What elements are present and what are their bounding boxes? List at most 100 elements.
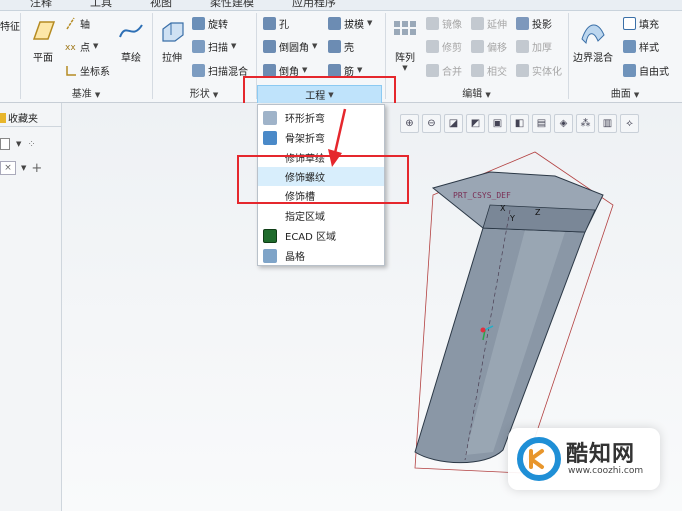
axis-button[interactable]: 轴 [64,15,90,31]
style-button[interactable]: 样式 [623,38,659,54]
sweep-blend-button[interactable]: 扫描混合 [192,62,248,78]
thicken-button[interactable]: 加厚 [516,38,552,54]
dropdown-arrow-icon: ▼ [302,66,308,74]
plane-icon [32,21,56,40]
sweep-blend-icon [192,63,205,77]
spinal-bend-icon [263,130,277,145]
shell-button[interactable]: 壳 [328,38,354,54]
dropdown-arrow-icon: ▼ [367,19,373,27]
display-style-icon[interactable]: ◧ [510,114,529,133]
merge-button[interactable]: 合并 [426,62,462,78]
model-tree-panel: 收藏夹 ▼ ⁘ × ▼ + [0,103,62,511]
tab-tools[interactable]: 工具 [90,0,112,10]
menu-item-lattice[interactable]: 晶格 [258,246,384,265]
menu-item-designate-area[interactable]: 指定区域 [258,206,384,225]
perspective-icon[interactable]: ◈ [554,114,573,133]
separator [152,13,153,99]
style-icon [623,39,636,53]
dropdown-arrow-icon[interactable]: ▼ [21,164,26,172]
revolve-icon [192,16,205,30]
axis-icon [66,17,75,29]
solidify-icon [516,63,529,77]
svg-text:xx: xx [65,43,76,53]
add-icon[interactable]: + [31,161,42,176]
feature-cut-label[interactable]: 特征 [0,17,20,33]
chamfer-icon [263,63,276,77]
offset-button[interactable]: 偏移 [471,38,507,54]
datum-group-label: 基准 ▼ [71,89,101,100]
menu-item-spinal-bend[interactable]: 骨架折弯 [258,128,384,147]
settings-icon[interactable]: ⁘ [27,139,35,150]
separator [568,13,569,99]
fill-icon [623,16,636,30]
triad-origin [480,327,486,333]
reorient-icon[interactable]: ◩ [466,114,485,133]
shell-icon [328,39,341,53]
solidify-button[interactable]: 实体化 [516,62,562,78]
menu-item-ecad-area[interactable]: ECAD 区域 [258,226,384,245]
editing-group-label: 编辑 ▼ [462,89,491,100]
tab-applications[interactable]: 应用程序 [292,0,336,10]
trim-icon [426,39,439,53]
view-manager-icon[interactable]: ▤ [532,114,551,133]
axis-x-label: X [500,204,506,213]
intersect-button[interactable]: 相交 [471,62,507,78]
point-button[interactable]: xx 点 ▼ [64,38,98,54]
favorites-tab[interactable]: 收藏夹 [0,109,62,127]
highlight-box-cosmetic-thread [237,155,409,204]
zoom-out-icon[interactable]: ⊖ [422,114,441,133]
trim-button[interactable]: 修剪 [426,38,462,54]
folder-icon [0,112,6,123]
view-toolbar: ⊕ ⊖ ◪ ◩ ▣ ◧ ▤ ◈ ⁂ ▥ ⟡ [400,114,639,136]
boundary-blend-icon [581,24,605,45]
dropdown-arrow-icon[interactable]: ▼ [16,140,21,148]
csys-label: PRT_CSYS_DEF [453,191,511,200]
draft-button[interactable]: 拔模 ▼ [328,15,372,31]
fill-button[interactable]: 填充 [623,15,659,31]
saved-views-icon[interactable]: ▣ [488,114,507,133]
document-icon[interactable] [0,138,10,150]
axis-y-label: Y [509,214,515,223]
project-button[interactable]: 投影 [516,15,552,31]
boundary-blend-button[interactable]: 边界混合 [573,17,613,64]
pattern-icon [394,21,416,35]
coordinate-system-icon [66,65,76,76]
tab-flexible-modeling[interactable]: 柔性建模 [210,0,254,10]
round-button[interactable]: 倒圆角 ▼ [263,38,317,54]
mirror-button[interactable]: 镜像 [426,15,462,31]
shape-group-label: 形状 ▼ [189,89,219,100]
round-icon [263,39,276,53]
tab-annotate[interactable]: 注释 [30,0,52,10]
extrude-button[interactable]: 拉伸 [157,17,187,64]
pattern-button[interactable]: 阵列 ▼ [390,17,420,72]
refit-icon[interactable]: ◪ [444,114,463,133]
spin-center-icon[interactable]: ⟡ [620,114,639,133]
dropdown-arrow-icon: ▼ [312,42,318,50]
axis-z-label: Z [535,208,541,217]
watermark-url: www.coozhi.com [568,466,644,476]
revolve-button[interactable]: 旋转 [192,15,228,31]
sweep-icon [192,39,205,53]
dropdown-arrow-icon: ▼ [357,66,363,74]
sweep-button[interactable]: 扫描 ▼ [192,38,236,54]
intersect-icon [471,63,484,77]
project-icon [516,16,529,30]
freestyle-button[interactable]: 自由式 [623,62,669,78]
coordinate-system-button[interactable]: 坐标系 [64,62,110,78]
annotation-display-icon[interactable]: ▥ [598,114,617,133]
point-icon: xx [65,43,76,53]
menu-item-toroidal-bend[interactable]: 环形折弯 [258,108,384,127]
zoom-in-icon[interactable]: ⊕ [400,114,419,133]
hole-icon [263,16,276,30]
close-icon[interactable]: × [0,161,16,175]
tab-view[interactable]: 视图 [150,0,172,10]
tree-filter-bar: × ▼ + [0,159,62,177]
sketch-button[interactable]: 草绘 [116,17,146,64]
thicken-icon [516,39,529,53]
extend-button[interactable]: 延伸 [471,15,507,31]
hole-button[interactable]: 孔 [263,15,289,31]
ecad-icon [263,228,277,243]
coozhi-logo-icon [517,437,561,481]
datum-display-icon[interactable]: ⁂ [576,114,595,133]
plane-button[interactable]: 平面 [28,17,58,64]
